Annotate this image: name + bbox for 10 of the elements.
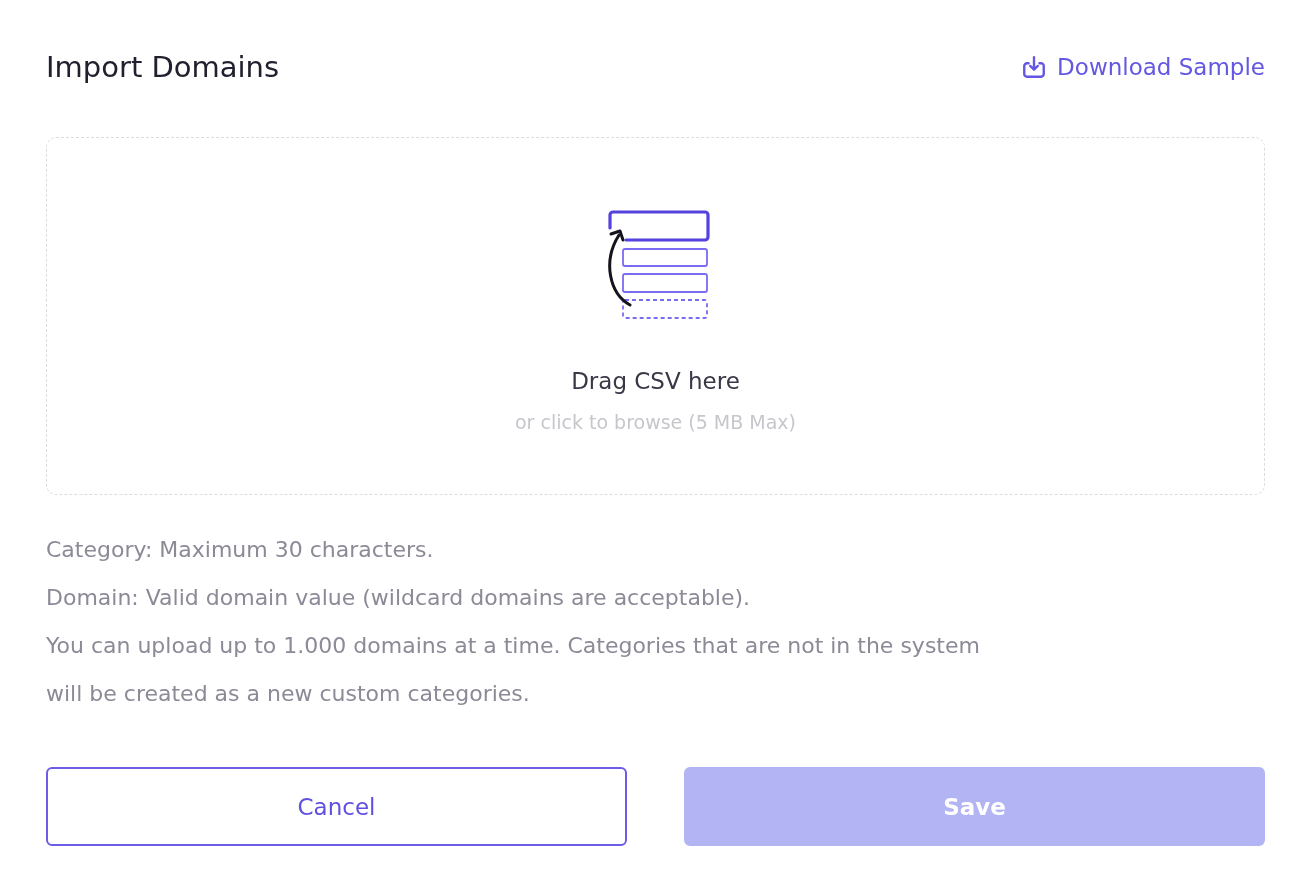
help-text: Domain: Valid domain value (wildcard domains are acceptable). xyxy=(46,584,751,612)
help-text: You can upload up to 1.000 domains at a time. Categories that are not in the system will be created as a new custom categories. xyxy=(46,632,981,708)
download-icon xyxy=(1021,54,1048,80)
dialog-title: Import Domains xyxy=(46,50,280,84)
help-text: Category: Maximum 30 characters. xyxy=(46,536,434,564)
download-sample-link[interactable]: Download Sample xyxy=(1021,54,1265,80)
file-drop-zone[interactable]: Drag CSV here or click to browse (5 MB Max) xyxy=(46,137,1265,495)
drop-zone-title: Drag CSV here xyxy=(571,367,740,396)
drop-zone-hint: or click to browse (5 MB Max) xyxy=(515,410,796,435)
cancel-button[interactable]: Cancel xyxy=(46,767,627,846)
